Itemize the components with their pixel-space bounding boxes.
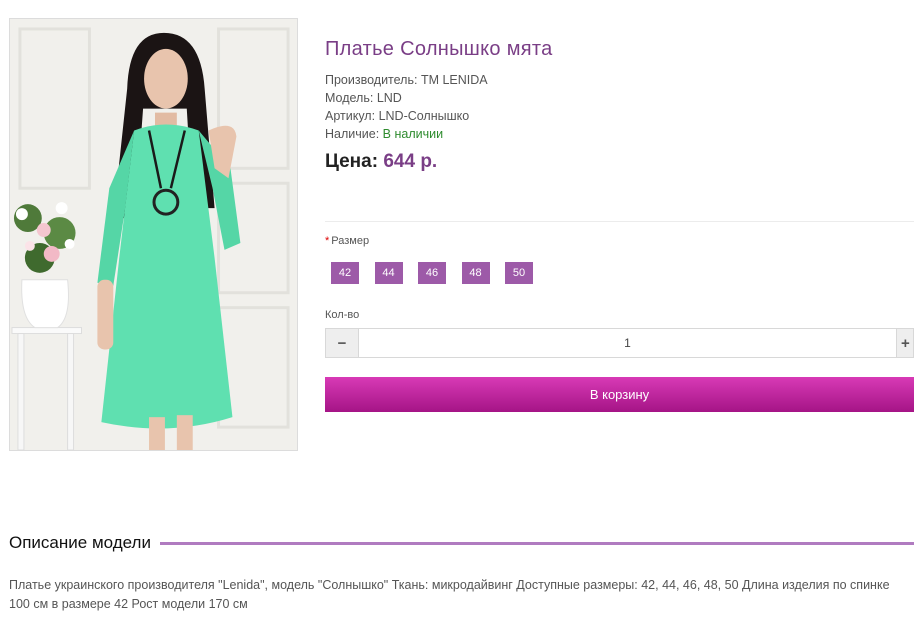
model-label: Модель: bbox=[325, 91, 374, 105]
article-row: Артикул: LND-Солнышко bbox=[325, 107, 914, 125]
add-to-cart-button[interactable]: В корзину bbox=[325, 377, 914, 412]
size-option-44[interactable]: 44 bbox=[374, 262, 403, 284]
quantity-minus-button[interactable]: − bbox=[326, 329, 358, 357]
availability-status: В наличии bbox=[382, 127, 444, 141]
description-title: Описание модели bbox=[9, 533, 151, 552]
size-label: * Размер bbox=[325, 235, 369, 247]
product-photo[interactable] bbox=[9, 18, 298, 451]
size-option-50[interactable]: 50 bbox=[505, 262, 533, 284]
availability-row: Наличие: В наличии bbox=[325, 125, 914, 143]
quantity-stepper: − + bbox=[325, 328, 914, 358]
description-text: Платье украинского производителя "Lenida… bbox=[9, 578, 890, 611]
size-option-42[interactable]: 42 bbox=[331, 262, 359, 284]
size-options: 42 44 46 48 50 bbox=[331, 262, 549, 284]
quantity-plus-button[interactable]: + bbox=[897, 329, 913, 357]
price-value: 644 р. bbox=[383, 151, 438, 172]
model-in-dress-image bbox=[10, 19, 297, 450]
price-row: Цена: 644 р. bbox=[325, 149, 914, 175]
size-option-46[interactable]: 46 bbox=[418, 262, 446, 284]
quantity-label: Кол-во bbox=[325, 309, 360, 321]
product-title: Платье Солнышко мята bbox=[325, 38, 553, 60]
product-page: Платье Солнышко мята Производитель: TM L… bbox=[0, 0, 914, 619]
product-meta: Производитель: TM LENIDA Модель: LND Арт… bbox=[325, 71, 914, 143]
model-row: Модель: LND bbox=[325, 89, 914, 107]
quantity-input[interactable] bbox=[358, 329, 897, 357]
manufacturer-value[interactable]: TM LENIDA bbox=[421, 73, 488, 87]
description-header: Описание модели bbox=[9, 532, 914, 554]
size-option-48[interactable]: 48 bbox=[461, 262, 490, 284]
price-label: Цена: bbox=[325, 151, 379, 172]
divider bbox=[325, 221, 914, 222]
product-info: Платье Солнышко мята Производитель: TM L… bbox=[325, 36, 914, 175]
article-value: LND-Солнышко bbox=[378, 109, 470, 123]
required-mark: * bbox=[325, 235, 330, 247]
description-divider bbox=[159, 541, 914, 545]
model-value: LND bbox=[376, 91, 402, 105]
manufacturer-row: Производитель: TM LENIDA bbox=[325, 71, 914, 89]
article-label: Артикул: bbox=[325, 109, 376, 123]
manufacturer-label: Производитель: bbox=[325, 73, 418, 87]
availability-label: Наличие: bbox=[325, 127, 380, 141]
size-label-text: Размер bbox=[331, 235, 370, 247]
